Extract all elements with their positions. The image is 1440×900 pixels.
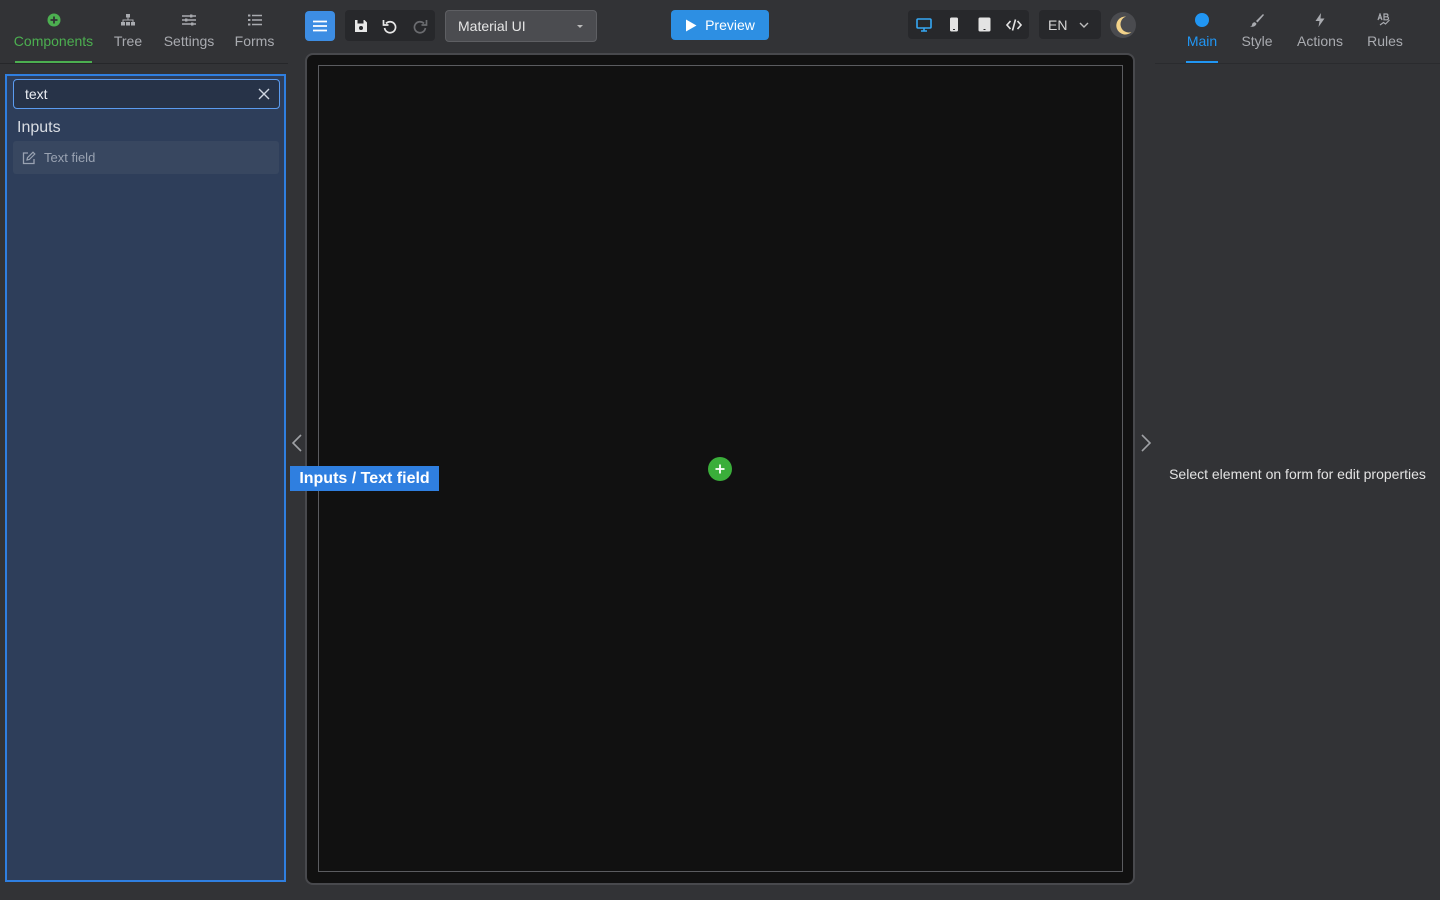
left-panel-tabs: Components Tree Settings Forms [0, 0, 288, 64]
component-item-label: Text field [44, 150, 96, 165]
lightning-icon [1312, 12, 1328, 28]
sliders-icon [181, 12, 197, 28]
tablet-icon [978, 17, 990, 32]
dot-icon [1194, 12, 1210, 28]
device-view-group [908, 10, 1029, 39]
tab-label: Main [1186, 33, 1218, 49]
save-button[interactable] [347, 10, 375, 41]
tab-main[interactable]: Main [1180, 0, 1224, 63]
save-icon [355, 19, 367, 32]
hamburger-icon [313, 20, 327, 32]
chevron-down-icon [1079, 22, 1089, 28]
clear-search-icon[interactable] [249, 80, 279, 108]
search-value: text [25, 86, 48, 102]
tablet-view-button[interactable] [969, 10, 999, 39]
redo-icon [413, 19, 428, 34]
active-tab-indicator [1186, 61, 1218, 63]
plus-circle-icon [46, 12, 62, 28]
component-item-text-field[interactable]: Text field [13, 141, 279, 174]
desktop-view-button[interactable] [909, 10, 939, 39]
mobile-view-button[interactable] [939, 10, 969, 39]
drag-preview-label: Inputs / Text field [290, 466, 439, 491]
tab-tree[interactable]: Tree [104, 0, 152, 62]
undo-button[interactable] [376, 10, 404, 41]
chevron-down-icon [577, 25, 583, 28]
dark-mode-toggle[interactable] [1110, 12, 1136, 38]
tree-icon [120, 12, 136, 28]
collapse-right-panel-button[interactable] [1137, 430, 1155, 456]
components-panel: text Inputs Text field [5, 74, 286, 882]
tab-label: Style [1241, 33, 1273, 49]
ui-library-select[interactable]: Material UI [445, 10, 597, 42]
tab-label: Settings [163, 33, 215, 49]
ui-library-value: Material UI [458, 18, 526, 34]
tab-label: Tree [113, 33, 143, 49]
tab-forms[interactable]: Forms [227, 0, 282, 62]
preview-button[interactable]: Preview [671, 10, 769, 40]
menu-button[interactable] [305, 11, 335, 41]
preview-label: Preview [705, 17, 755, 33]
mobile-icon [950, 17, 958, 32]
tab-actions[interactable]: Actions [1293, 0, 1347, 62]
active-tab-indicator [15, 61, 92, 63]
tab-label: Actions [1297, 33, 1343, 49]
language-select[interactable]: EN [1039, 10, 1101, 39]
list-icon [247, 12, 263, 28]
tab-label: Rules [1367, 33, 1403, 49]
play-icon [686, 19, 697, 31]
brush-icon [1249, 12, 1265, 28]
edit-icon [22, 150, 36, 165]
properties-hint: Select element on form for edit properti… [1169, 466, 1426, 482]
add-component-button[interactable] [708, 457, 732, 481]
redo-button[interactable] [406, 10, 434, 41]
component-group-title: Inputs [17, 119, 61, 136]
moon-icon [1116, 16, 1132, 35]
file-actions-group [345, 10, 435, 41]
plus-icon [715, 464, 725, 474]
code-icon [1006, 18, 1022, 31]
tab-label: Forms [234, 33, 275, 49]
undo-icon [382, 19, 397, 34]
tab-settings[interactable]: Settings [158, 0, 220, 62]
collapse-left-panel-button[interactable] [288, 430, 306, 456]
right-panel-tabs: Main Style Actions Rules [1155, 0, 1440, 64]
chevron-right-icon [1141, 434, 1151, 452]
component-search-input[interactable]: text [13, 79, 280, 109]
tab-style[interactable]: Style [1235, 0, 1279, 62]
tab-rules[interactable]: Rules [1361, 0, 1409, 62]
tab-label: Components [13, 33, 94, 49]
code-view-button[interactable] [999, 10, 1029, 39]
chevron-left-icon [292, 434, 302, 452]
ab-icon [1377, 12, 1393, 28]
desktop-icon [916, 17, 932, 32]
tab-components[interactable]: Components [5, 0, 102, 63]
language-value: EN [1048, 16, 1068, 33]
